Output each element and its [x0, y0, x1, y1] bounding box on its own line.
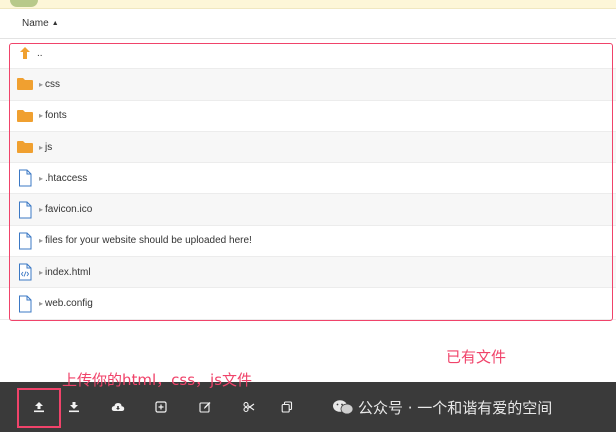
file-row-web-config[interactable]: ▸ web.config — [0, 288, 616, 320]
file-row-readme[interactable]: ▸ files for your website should be uploa… — [0, 226, 616, 258]
file-name: css — [45, 78, 61, 90]
logo-icon — [10, 0, 38, 7]
edit-icon — [199, 402, 211, 413]
cut-icon — [243, 401, 255, 413]
file-row-fonts[interactable]: ▸ fonts — [0, 101, 616, 132]
file-name: fonts — [45, 110, 67, 122]
file-icon — [15, 295, 35, 313]
add-icon — [155, 401, 167, 413]
file-row-htaccess[interactable]: ▸ .htaccess — [0, 163, 616, 195]
file-row-parent[interactable]: .. — [0, 38, 616, 70]
file-icon — [15, 169, 35, 187]
top-strip — [0, 0, 616, 9]
parent-dir-icon — [15, 46, 35, 60]
file-row-css[interactable]: ▸ css — [0, 69, 616, 101]
cloud-download-icon — [111, 403, 125, 411]
file-name: .. — [37, 47, 43, 59]
file-row-js[interactable]: ▸ js — [0, 131, 616, 164]
upload-icon — [34, 402, 44, 413]
file-name: index.html — [45, 266, 91, 278]
watermark-text: 公众号 · 一个和谐有爱的空间 — [358, 398, 553, 417]
file-name: files for your website should be uploade… — [45, 235, 252, 247]
file-name: web.config — [45, 298, 93, 310]
name-column-header[interactable]: Name ▲ — [22, 18, 59, 29]
copy-icon — [281, 401, 293, 413]
file-list: .. ▸ css ▸ fonts ▸ js ▸ .htaccess ▸ favi… — [0, 38, 616, 320]
folder-icon — [15, 77, 35, 91]
row-marker: ▸ — [39, 173, 44, 183]
file-name: js — [45, 141, 53, 153]
folder-icon — [15, 109, 35, 123]
row-marker: ▸ — [39, 267, 44, 277]
folder-icon — [15, 140, 35, 154]
file-icon — [15, 201, 35, 219]
upload-hint-note: 上传你的html，css，js文件 — [62, 371, 253, 389]
download-icon — [69, 402, 79, 413]
file-name: .htaccess — [45, 172, 88, 184]
upload-button[interactable] — [26, 382, 52, 432]
wechat-icon — [333, 400, 354, 415]
file-row-favicon[interactable]: ▸ favicon.ico — [0, 194, 616, 226]
row-marker: ▸ — [39, 299, 44, 309]
file-list-header: Name ▲ — [0, 9, 616, 39]
row-marker: ▸ — [39, 142, 44, 152]
name-column-label: Name — [22, 18, 49, 29]
row-marker: ▸ — [39, 79, 44, 89]
row-marker: ▸ — [39, 205, 44, 215]
watermark: 公众号 · 一个和谐有爱的空间 — [332, 382, 552, 432]
html-file-icon — [15, 263, 35, 281]
row-marker: ▸ — [39, 236, 44, 246]
file-icon — [15, 232, 35, 250]
row-marker: ▸ — [39, 111, 44, 121]
file-row-index-html[interactable]: ▸ index.html — [0, 257, 616, 289]
copy-button[interactable] — [274, 382, 300, 432]
file-name: favicon.ico — [45, 204, 93, 216]
existing-files-note: 已有文件 — [446, 348, 507, 366]
sort-asc-icon: ▲ — [51, 20, 59, 27]
